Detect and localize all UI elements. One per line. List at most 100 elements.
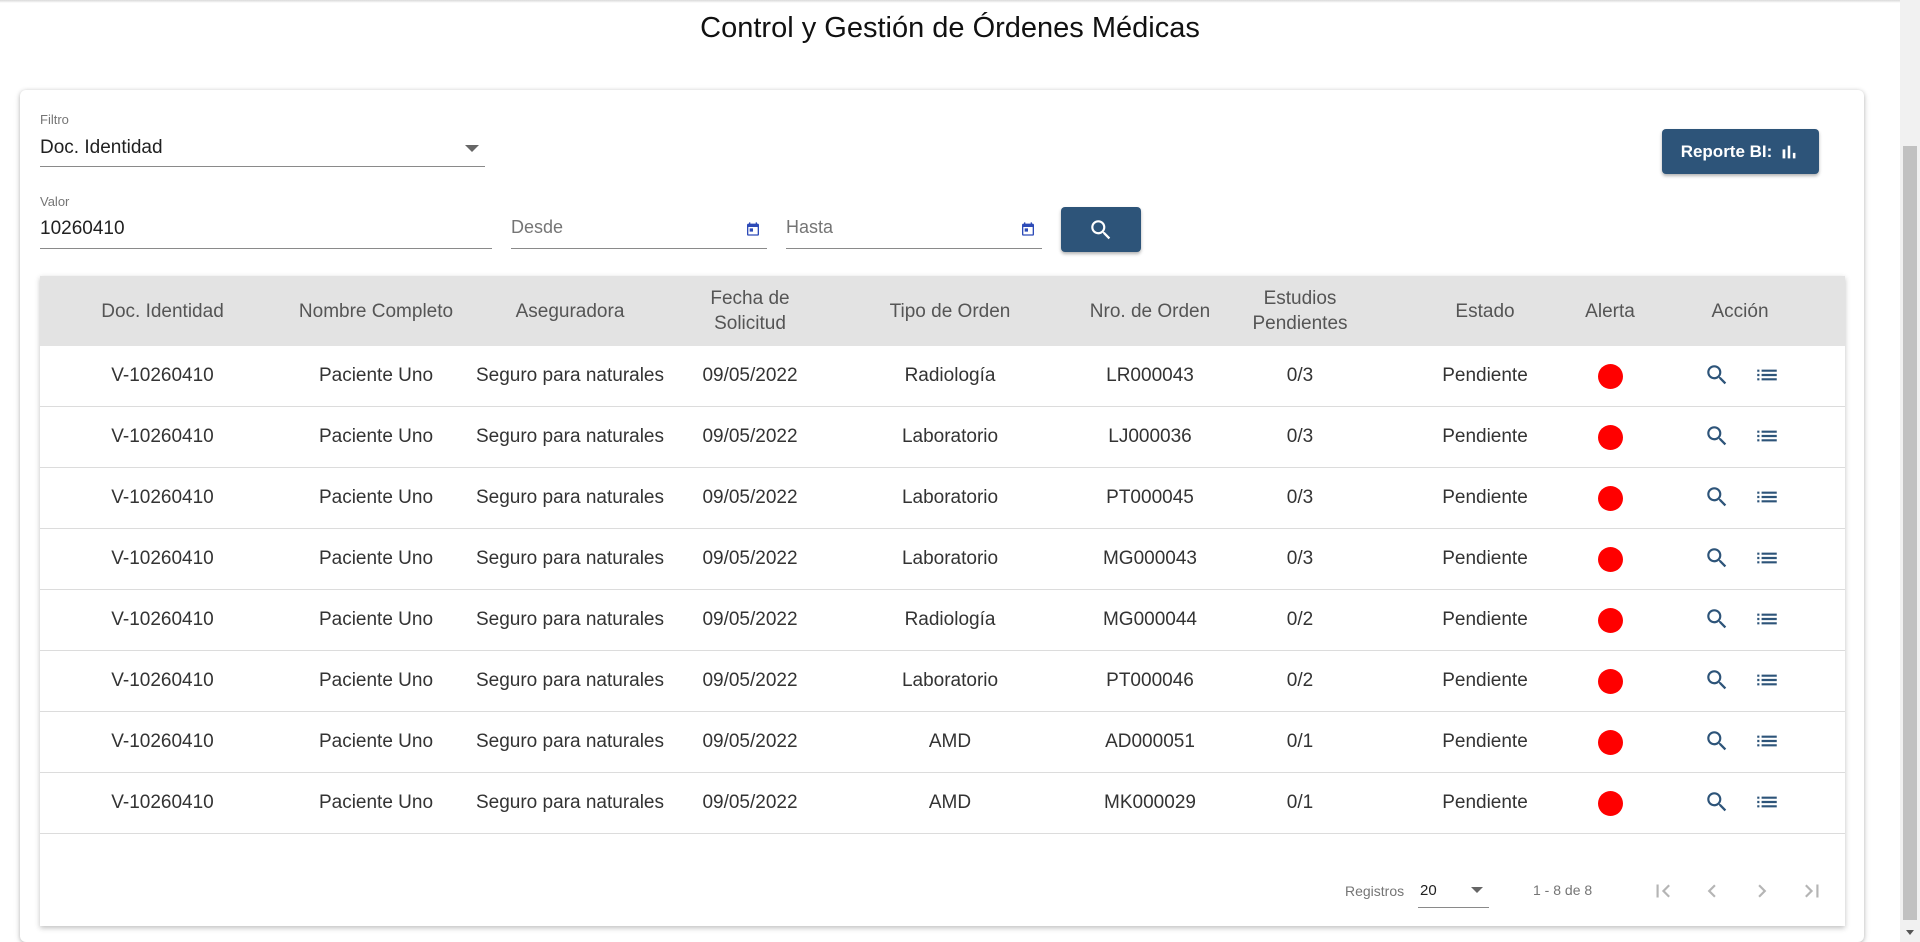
search-icon	[1707, 487, 1727, 507]
alert-dot-icon	[1597, 607, 1623, 633]
search-icon	[1091, 219, 1111, 239]
valor-input[interactable]: Valor 10260410	[40, 192, 492, 249]
page-size-label: Registros	[1345, 883, 1405, 899]
cell-aseguradora: Seguro para naturales	[475, 792, 664, 813]
cell-fecha: 09/05/2022	[702, 792, 798, 813]
cell-fecha: 09/05/2022	[702, 609, 798, 630]
search-button[interactable]	[1061, 207, 1141, 252]
cell-doc: V-10260410	[111, 792, 214, 813]
cell-estado: Pendiente	[1442, 731, 1528, 752]
cell-doc: V-10260410	[111, 365, 214, 386]
valor-value: 10260410	[40, 218, 125, 239]
hasta-underline	[786, 248, 1042, 249]
order-details-button[interactable]	[1753, 544, 1781, 572]
header-fecha-line1: Fecha de	[710, 288, 790, 309]
order-details-button[interactable]	[1753, 361, 1781, 389]
first-page-button[interactable]	[1648, 876, 1678, 906]
paginator: Registros 20 1 - 8 de 8	[40, 866, 1845, 916]
cell-alerta	[1560, 346, 1660, 406]
header-aseguradora[interactable]: Aseguradora	[470, 276, 670, 346]
cell-estudios: 0/2	[1286, 609, 1314, 630]
desde-placeholder: Desde	[511, 217, 564, 237]
cell-nro: MK000029	[1104, 792, 1196, 813]
header-fecha-line2: Solicitud	[714, 313, 786, 334]
cell-estudios: 0/3	[1286, 487, 1314, 508]
filter-value: Doc. Identidad	[40, 137, 163, 158]
page-size-select[interactable]: 20	[1418, 874, 1489, 908]
scroll-down-arrow-icon[interactable]	[1906, 930, 1914, 935]
view-order-button[interactable]	[1703, 544, 1731, 572]
order-details-button[interactable]	[1753, 483, 1781, 511]
cell-estado: Pendiente	[1442, 670, 1528, 691]
report-bi-label: Reporte BI:	[1680, 141, 1773, 161]
cell-nombre: Paciente Uno	[318, 426, 434, 447]
cell-estado: Pendiente	[1442, 548, 1528, 569]
cell-estudios: 0/3	[1286, 426, 1314, 447]
hasta-date-input[interactable]: Hasta	[786, 192, 1042, 249]
list-icon	[1757, 430, 1777, 442]
list-icon	[1757, 491, 1777, 503]
desde-underline	[511, 248, 767, 249]
last-page-button[interactable]	[1797, 876, 1827, 906]
header-estudios[interactable]: Estudios Pendientes	[1225, 276, 1375, 346]
cell-fecha: 09/05/2022	[702, 426, 798, 447]
cell-nro: MG000043	[1102, 548, 1197, 569]
filter-select[interactable]: Filtro Doc. Identidad	[40, 110, 485, 167]
cell-aseguradora: Seguro para naturales	[475, 487, 664, 508]
calendar-icon[interactable]	[1020, 221, 1036, 237]
cell-alerta	[1560, 651, 1660, 711]
header-nombre-label: Nombre Completo	[298, 300, 454, 322]
order-details-button[interactable]	[1753, 422, 1781, 450]
view-order-button[interactable]	[1703, 483, 1731, 511]
order-details-button[interactable]	[1753, 666, 1781, 694]
order-details-button[interactable]	[1753, 605, 1781, 633]
search-icon	[1707, 792, 1727, 812]
cell-doc: V-10260410	[111, 548, 214, 569]
header-estado-label: Estado	[1455, 300, 1515, 322]
header-doc[interactable]: Doc. Identidad	[70, 276, 255, 346]
cell-fecha: 09/05/2022	[702, 365, 798, 386]
alert-dot-icon	[1597, 790, 1623, 816]
cell-tipo: Laboratorio	[901, 487, 999, 508]
view-order-button[interactable]	[1703, 727, 1731, 755]
prev-page-icon	[1707, 884, 1716, 898]
order-details-button[interactable]	[1753, 788, 1781, 816]
view-order-button[interactable]	[1703, 666, 1731, 694]
scrollbar-thumb[interactable]	[1903, 146, 1917, 920]
header-nombre[interactable]: Nombre Completo	[276, 276, 476, 346]
header-accion-label: Acción	[1711, 300, 1769, 322]
header-nro[interactable]: Nro. de Orden	[1050, 276, 1250, 346]
view-order-button[interactable]	[1703, 422, 1731, 450]
prev-page-button[interactable]	[1697, 876, 1727, 906]
view-order-button[interactable]	[1703, 605, 1731, 633]
next-page-button[interactable]	[1747, 876, 1777, 906]
search-icon	[1707, 548, 1727, 568]
calendar-icon[interactable]	[745, 221, 761, 237]
cell-alerta	[1560, 468, 1660, 528]
cell-estudios: 0/2	[1286, 670, 1314, 691]
report-bi-button[interactable]: Reporte BI:	[1662, 129, 1819, 174]
order-details-button[interactable]	[1753, 727, 1781, 755]
orders-table: Doc. Identidad Nombre Completo Asegurado…	[40, 276, 1845, 926]
scrollbar[interactable]	[1900, 0, 1920, 942]
list-icon	[1757, 796, 1777, 808]
first-page-icon	[1656, 884, 1670, 898]
header-tipo[interactable]: Tipo de Orden	[850, 276, 1050, 346]
cell-estudios: 0/3	[1286, 365, 1314, 386]
next-page-icon	[1758, 884, 1767, 898]
cell-doc: V-10260410	[111, 731, 214, 752]
search-icon	[1707, 670, 1727, 690]
desde-date-input[interactable]: Desde	[511, 192, 767, 249]
view-order-button[interactable]	[1703, 361, 1731, 389]
header-fecha[interactable]: Fecha de Solicitud	[685, 276, 815, 346]
cell-tipo: Radiología	[904, 609, 996, 630]
table-header: Doc. Identidad Nombre Completo Asegurado…	[40, 276, 1845, 346]
filter-underline	[40, 166, 485, 167]
cell-nro: MG000044	[1102, 609, 1197, 630]
header-estado[interactable]: Estado	[1410, 276, 1560, 346]
cell-estudios: 0/1	[1286, 731, 1314, 752]
view-order-button[interactable]	[1703, 788, 1731, 816]
cell-estado: Pendiente	[1442, 487, 1528, 508]
cell-aseguradora: Seguro para naturales	[475, 609, 664, 630]
dropdown-arrow-icon	[465, 145, 479, 152]
